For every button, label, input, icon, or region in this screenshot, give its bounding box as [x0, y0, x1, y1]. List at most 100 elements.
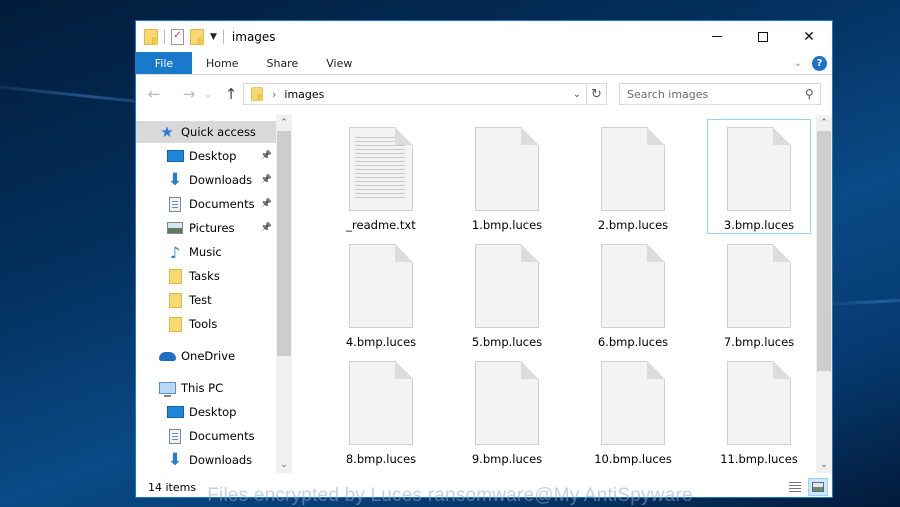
documents-icon: [166, 196, 184, 212]
maximize-button[interactable]: [740, 21, 786, 52]
sidebar-item-label: Tasks: [189, 269, 220, 283]
pin-icon[interactable]: 📌: [261, 175, 272, 185]
window-controls: ✕: [694, 21, 832, 52]
file-name: 11.bmp.luces: [720, 452, 798, 466]
sidebar-item-quick-access[interactable]: ★ Quick access: [136, 121, 276, 143]
sidebar-item-label: Desktop: [189, 149, 237, 163]
pin-icon[interactable]: 📌: [261, 199, 272, 209]
separator: [164, 29, 165, 44]
blank-file-icon: [727, 244, 791, 328]
scroll-down-icon[interactable]: ⌄: [816, 457, 832, 473]
folder-icon: [251, 87, 263, 101]
sidebar-item-tasks[interactable]: Tasks: [136, 265, 276, 287]
sidebar-item-downloads[interactable]: ⬇ Downloads 📌: [136, 169, 276, 191]
file-name: 8.bmp.luces: [345, 452, 417, 466]
back-button[interactable]: ←: [142, 85, 166, 103]
desktop-icon: [166, 148, 184, 164]
close-icon: ✕: [803, 28, 815, 45]
blank-file-icon: [475, 244, 539, 328]
documents-icon: [166, 428, 184, 444]
navigation-bar: ← → ⌄ ↑ › images ⌄ ↻ ⚲: [136, 79, 832, 109]
breadcrumb-images[interactable]: images: [284, 88, 324, 101]
watermark-text: Files encrypted by Luces ransomware@My A…: [207, 485, 693, 506]
this-pc-icon: [158, 380, 176, 397]
expand-ribbon-icon[interactable]: ⌄: [794, 58, 802, 69]
file-item[interactable]: 7.bmp.luces: [707, 236, 811, 351]
tab-view[interactable]: View: [312, 52, 366, 74]
tab-share[interactable]: Share: [252, 52, 312, 74]
scroll-up-icon[interactable]: ⌃: [816, 115, 832, 131]
navigation-pane-scrollbar[interactable]: ⌃ ⌄: [276, 115, 292, 473]
sidebar-item-documents[interactable]: Documents 📌: [136, 193, 276, 215]
blank-file-icon: [727, 361, 791, 445]
sidebar-item-this-pc[interactable]: This PC: [136, 377, 276, 399]
file-item[interactable]: 4.bmp.luces: [329, 236, 433, 351]
file-item[interactable]: 11.bmp.luces: [707, 353, 811, 468]
blank-file-icon: [349, 361, 413, 445]
close-button[interactable]: ✕: [786, 21, 832, 52]
tab-home[interactable]: Home: [192, 52, 252, 74]
file-list-scrollbar[interactable]: ⌃ ⌄: [816, 115, 832, 473]
address-bar[interactable]: › images ⌄ ↻: [243, 83, 607, 105]
window-title: images: [231, 29, 276, 44]
up-button[interactable]: ↑: [219, 85, 243, 103]
scrollbar-thumb[interactable]: [817, 131, 831, 371]
tab-file[interactable]: File: [136, 52, 192, 74]
blank-file-icon: [475, 127, 539, 211]
customize-toolbar-dropdown-icon[interactable]: ▼: [210, 32, 217, 42]
address-history-dropdown-icon[interactable]: ⌄: [568, 89, 586, 100]
ribbon-tabs: File Home Share View ⌄ ?: [136, 52, 832, 75]
sidebar-item-label: This PC: [181, 381, 224, 395]
forward-button[interactable]: →: [177, 85, 201, 103]
file-item[interactable]: 10.bmp.luces: [581, 353, 685, 468]
sidebar-item-onedrive[interactable]: OneDrive: [136, 345, 276, 367]
help-icon[interactable]: ?: [812, 55, 827, 71]
search-input[interactable]: [627, 87, 792, 101]
file-name: 7.bmp.luces: [723, 335, 795, 349]
sidebar-item-label: Downloads: [189, 173, 253, 187]
scroll-up-icon[interactable]: ⌃: [276, 115, 292, 131]
sidebar-item-desktop[interactable]: Desktop: [136, 401, 276, 423]
search-box[interactable]: ⚲: [619, 83, 821, 105]
file-item[interactable]: 8.bmp.luces: [329, 353, 433, 468]
folder-icon: [166, 316, 184, 332]
file-list: _readme.txt 1.bmp.luces 2.bmp.luces 3.bmp.l…: [296, 119, 816, 477]
scroll-down-icon[interactable]: ⌄: [276, 457, 292, 473]
downloads-icon: ⬇: [167, 450, 183, 470]
sidebar-item-tools[interactable]: Tools: [136, 313, 276, 335]
new-folder-icon[interactable]: [190, 28, 204, 45]
sidebar-item-label: Pictures: [189, 221, 235, 235]
search-icon[interactable]: ⚲: [805, 87, 814, 101]
file-name: 9.bmp.luces: [471, 452, 543, 466]
file-name: 10.bmp.luces: [594, 452, 672, 466]
pin-icon[interactable]: 📌: [261, 223, 272, 233]
file-name: 1.bmp.luces: [471, 218, 543, 232]
file-item[interactable]: 9.bmp.luces: [455, 353, 559, 468]
sidebar-item-music[interactable]: ♪ Music: [136, 241, 276, 263]
file-item[interactable]: 5.bmp.luces: [455, 236, 559, 351]
sidebar-item-label: OneDrive: [181, 349, 236, 363]
pictures-icon: [166, 220, 184, 236]
refresh-button[interactable]: ↻: [586, 84, 606, 104]
file-item[interactable]: 3.bmp.luces: [707, 119, 811, 234]
sidebar-item-label: Tools: [189, 317, 218, 331]
breadcrumb-chevron-icon[interactable]: ›: [272, 88, 276, 101]
minimize-icon: [712, 36, 722, 37]
file-item[interactable]: _readme.txt: [329, 119, 433, 234]
properties-icon[interactable]: ✓: [171, 28, 184, 45]
music-icon: ♪: [169, 242, 181, 262]
sidebar-item-documents[interactable]: Documents: [136, 425, 276, 447]
blank-file-icon: [349, 244, 413, 328]
file-item[interactable]: 1.bmp.luces: [455, 119, 559, 234]
scrollbar-thumb[interactable]: [277, 131, 291, 356]
pin-icon[interactable]: 📌: [261, 151, 272, 161]
sidebar-item-test[interactable]: Test: [136, 289, 276, 311]
sidebar-item-downloads[interactable]: ⬇ Downloads: [136, 449, 276, 471]
file-item[interactable]: 2.bmp.luces: [581, 119, 685, 234]
file-item[interactable]: 6.bmp.luces: [581, 236, 685, 351]
maximize-icon: [758, 31, 768, 42]
sidebar-item-desktop[interactable]: Desktop 📌: [136, 145, 276, 167]
minimize-button[interactable]: [694, 21, 740, 52]
recent-locations-dropdown[interactable]: ⌄: [201, 90, 215, 99]
sidebar-item-pictures[interactable]: Pictures 📌: [136, 217, 276, 239]
